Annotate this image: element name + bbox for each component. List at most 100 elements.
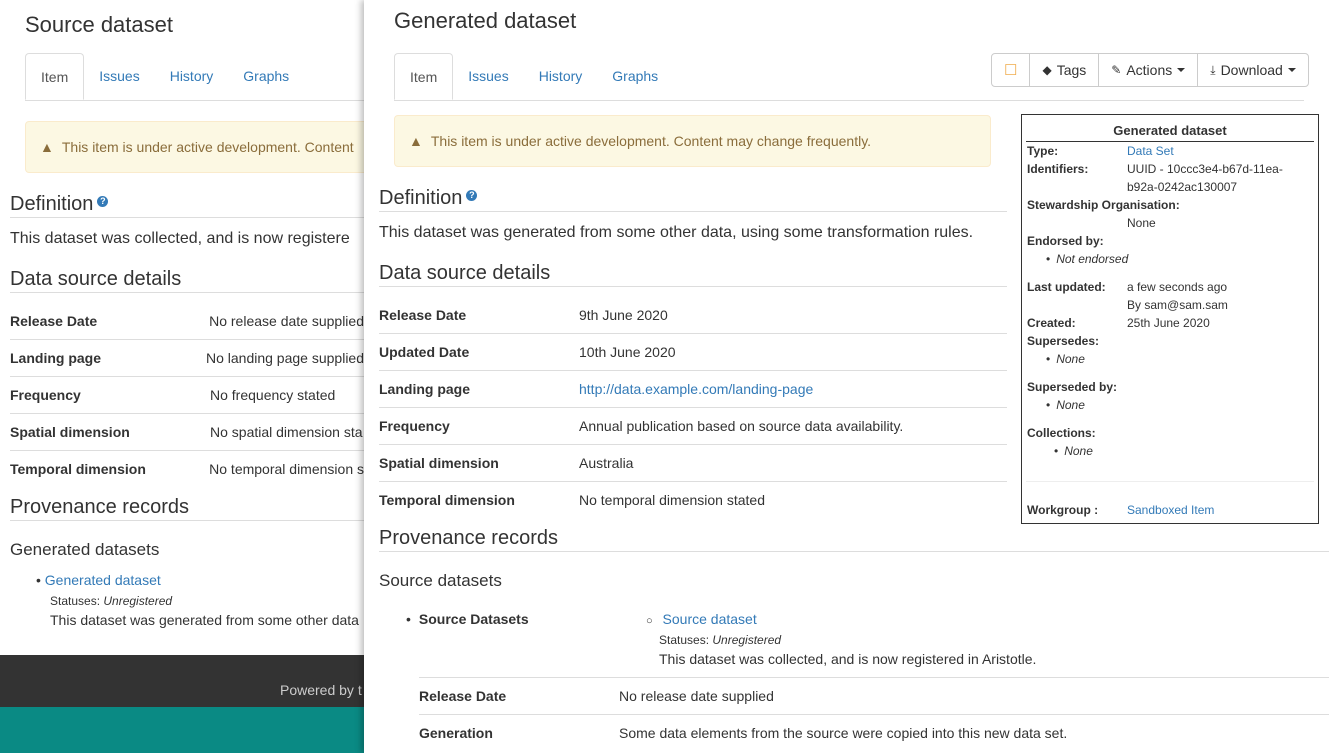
- detail-value: Some data elements from the source were …: [619, 725, 1068, 741]
- supersedes-label: Supersedes:: [1027, 334, 1100, 348]
- edit-icon: ✎: [1111, 63, 1122, 77]
- detail-row: Spatial dimension Australia: [379, 444, 1007, 481]
- footer: Powered by t: [0, 655, 364, 707]
- definition-text: This dataset was generated from some oth…: [379, 224, 974, 241]
- page-title: Generated dataset: [394, 8, 577, 33]
- warning-icon: ▲: [409, 133, 423, 149]
- status-value: Unregistered: [712, 633, 782, 647]
- tab-issues[interactable]: Issues: [84, 53, 154, 100]
- detail-value: No frequency stated: [210, 387, 336, 403]
- actions-label: Actions: [1126, 62, 1173, 78]
- last-updated-label: Last updated:: [1027, 280, 1106, 294]
- workgroup-link[interactable]: Sandboxed Item: [1127, 503, 1214, 517]
- tab-issues[interactable]: Issues: [453, 53, 523, 100]
- source-datasets-bullet: Source Datasets: [406, 611, 529, 627]
- definition-heading-text: Definition: [10, 193, 94, 215]
- tab-graphs[interactable]: Graphs: [228, 53, 304, 100]
- alert-text: This item is under active development. C…: [61, 139, 354, 155]
- infobox-title: Generated dataset: [1026, 115, 1314, 142]
- status-label: Statuses:: [50, 594, 101, 608]
- landing-page-link[interactable]: http://data.example.com/landing-page: [579, 381, 813, 397]
- detail-value: No release date supplied: [209, 312, 364, 329]
- details-heading: Data source details: [10, 268, 364, 293]
- detail-value: No landing page supplied: [205, 350, 364, 366]
- superseded-label: Superseded by:: [1027, 380, 1118, 394]
- detail-label: Temporal dimension: [379, 492, 515, 508]
- provenance-heading: Provenance records: [379, 527, 1329, 552]
- definition-heading: Definition?: [379, 187, 1007, 212]
- actions-button[interactable]: ✎ Actions: [1098, 53, 1199, 87]
- source-dataset-link[interactable]: Source dataset: [663, 611, 757, 627]
- warning-icon: ▲: [40, 139, 54, 155]
- detail-row: Frequency No frequency stated: [10, 376, 364, 413]
- provenance-heading: Provenance records: [10, 496, 364, 521]
- tab-history[interactable]: History: [155, 53, 229, 100]
- detail-label: Frequency: [10, 387, 81, 403]
- detail-value: No release date supplied: [619, 688, 774, 704]
- detail-value: No temporal dimension s: [209, 461, 364, 477]
- help-icon[interactable]: ?: [97, 196, 109, 207]
- detail-row: Landing page http://data.example.com/lan…: [379, 370, 1007, 407]
- created-value: 25th June 2020: [1127, 316, 1210, 330]
- identifiers-value-line1: UUID - 10ccc3e4-b67d-11ea-: [1127, 162, 1283, 176]
- download-label: Download: [1220, 62, 1283, 78]
- help-icon[interactable]: ?: [466, 190, 478, 201]
- definition-heading-text: Definition: [379, 187, 463, 209]
- generated-dataset-link[interactable]: Generated dataset: [45, 572, 161, 588]
- stewardship-value: None: [1127, 216, 1156, 230]
- last-updated-value: a few seconds ago: [1127, 280, 1228, 294]
- detail-row: Temporal dimension No temporal dimension…: [379, 481, 1007, 518]
- detail-row: Release Date No release date supplied: [10, 302, 364, 339]
- list-item: • Generated dataset: [36, 572, 161, 588]
- type-link[interactable]: Data Set: [1127, 144, 1174, 158]
- supersedes-value: None: [1046, 352, 1085, 366]
- detail-row: Release Date No release date supplied: [419, 677, 1329, 714]
- detail-value: Annual publication based on source data …: [579, 418, 904, 434]
- detail-row: Release Date 9th June 2020: [379, 296, 1007, 333]
- footer-text: Powered by t: [280, 682, 362, 698]
- created-label: Created:: [1027, 316, 1076, 330]
- source-description: This dataset was collected, and is now r…: [659, 651, 1037, 667]
- tab-item[interactable]: Item: [394, 53, 454, 100]
- list-item: Source dataset: [646, 611, 757, 627]
- tab-bar: Item Issues History Graphs: [25, 53, 364, 101]
- detail-label: Release Date: [10, 312, 98, 329]
- detail-row: Updated Date 10th June 2020: [379, 333, 1007, 370]
- collections-value: None: [1054, 444, 1093, 458]
- status-line: Statuses: Unregistered: [50, 594, 172, 608]
- development-alert: ▲ This item is under active development.…: [25, 121, 375, 173]
- status-value: Unregistered: [103, 594, 173, 608]
- tags-button[interactable]: ◆ Tags: [1029, 53, 1100, 87]
- detail-value: No spatial dimension sta: [210, 424, 363, 440]
- detail-row: Landing page No landing page supplied: [10, 339, 364, 376]
- tab-graphs[interactable]: Graphs: [597, 53, 673, 100]
- detail-label: Spatial dimension: [10, 424, 130, 440]
- detail-row: Temporal dimension No temporal dimension…: [10, 450, 364, 487]
- detail-label: Landing page: [379, 381, 470, 397]
- tab-history[interactable]: History: [524, 53, 598, 100]
- bookmark-button[interactable]: ☐: [991, 53, 1031, 87]
- tags-label: Tags: [1056, 62, 1087, 78]
- source-datasets-heading: Source datasets: [379, 571, 502, 590]
- detail-row: Spatial dimension No spatial dimension s…: [10, 413, 364, 450]
- download-button[interactable]: ⤓ Download: [1197, 53, 1309, 87]
- type-label: Type:: [1027, 144, 1059, 158]
- detail-label: Release Date: [379, 306, 467, 323]
- superseded-value: None: [1046, 398, 1085, 412]
- workgroup-label: Workgroup :: [1027, 503, 1099, 517]
- detail-value: No temporal dimension stated: [579, 492, 765, 508]
- footer-band: [0, 707, 364, 753]
- download-icon: ⤓: [1210, 62, 1216, 77]
- status-line: Statuses: Unregistered: [659, 633, 781, 647]
- development-alert: ▲ This item is under active development.…: [394, 115, 991, 167]
- detail-label: Spatial dimension: [379, 455, 499, 471]
- detail-label: Generation: [419, 725, 493, 741]
- stewardship-label: Stewardship Organisation:: [1027, 198, 1180, 212]
- detail-row: Generation Some data elements from the s…: [419, 714, 1329, 751]
- bullet-marker: •: [36, 572, 41, 588]
- tab-item[interactable]: Item: [25, 53, 85, 100]
- definition-text: This dataset was collected, and is now r…: [10, 230, 350, 247]
- definition-heading: Definition?: [10, 193, 364, 218]
- detail-value: 9th June 2020: [579, 306, 668, 323]
- endorsed-label: Endorsed by:: [1027, 234, 1104, 248]
